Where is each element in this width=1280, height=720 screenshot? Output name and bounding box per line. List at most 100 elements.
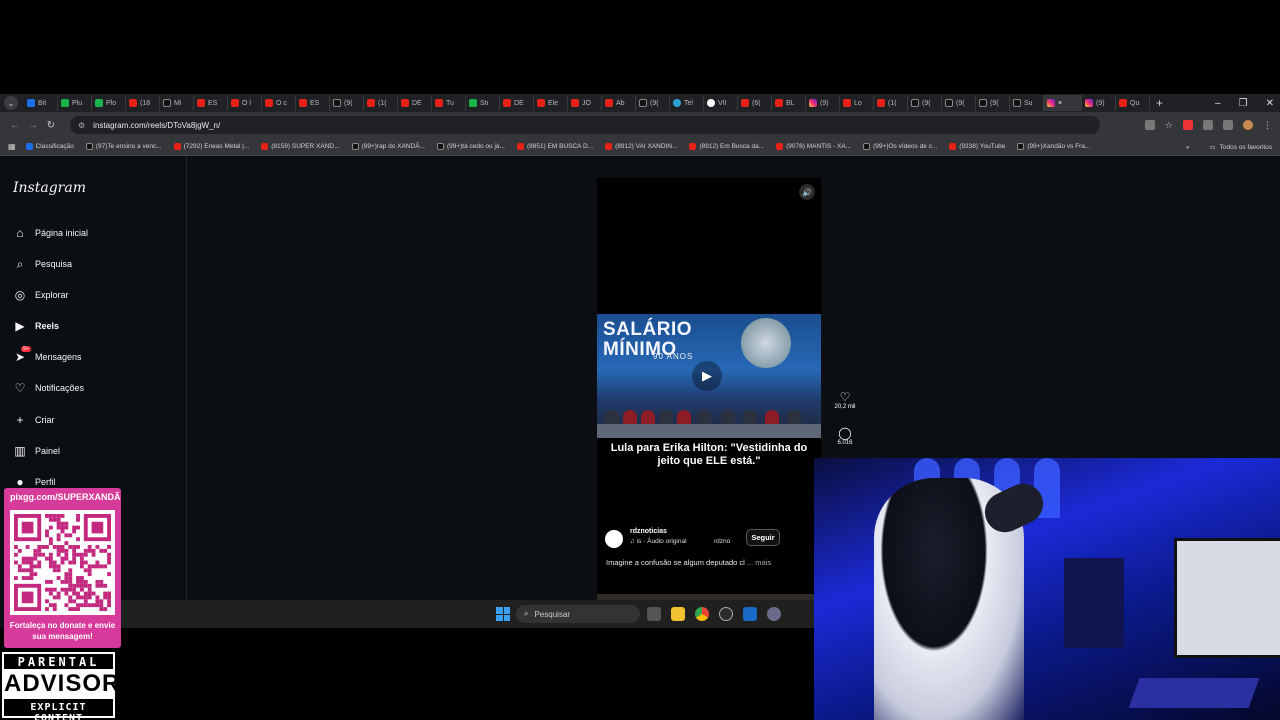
browser-tab[interactable]: (9(: [976, 95, 1010, 111]
browser-tab[interactable]: DE: [500, 95, 534, 111]
app-icon[interactable]: [719, 607, 733, 621]
back-button[interactable]: ←: [6, 120, 24, 131]
reel-video[interactable]: SALÁRIO MÍNIMO 90 ANOS ▶: [597, 314, 821, 438]
tab-media-icon[interactable]: [1223, 120, 1233, 130]
chrome-icon[interactable]: [695, 607, 709, 621]
sidebar-item-reels[interactable]: ▶ Reels: [13, 319, 59, 333]
sidebar-item-home[interactable]: ⌂ Página inicial: [13, 226, 88, 240]
audio-label[interactable]: ♫ is · Áudio original: [630, 538, 687, 545]
site-info-icon[interactable]: ⚙: [78, 121, 85, 130]
settings-icon[interactable]: [767, 607, 781, 621]
tab-search-button[interactable]: ⌄: [4, 96, 18, 110]
browser-tab[interactable]: (18: [126, 95, 160, 111]
reel-player[interactable]: 🔊 SALÁRIO MÍNIMO 90 ANOS ▶ Lula para Erik…: [597, 178, 821, 618]
bookmark-item[interactable]: (99+)Xandão vs Fra...: [1017, 143, 1090, 150]
heart-icon[interactable]: ♡: [833, 390, 857, 404]
tab-favicon-icon: [1085, 99, 1093, 107]
maximize-button[interactable]: ❐: [1239, 98, 1248, 109]
browser-tab[interactable]: Tu: [432, 95, 466, 111]
browser-tab[interactable]: (9(: [942, 95, 976, 111]
browser-tab[interactable]: BL: [772, 95, 806, 111]
reload-button[interactable]: ↻: [42, 120, 60, 131]
browser-tab[interactable]: Plo: [92, 95, 126, 111]
browser-tab[interactable]: (9(: [908, 95, 942, 111]
sidebar-item-profile[interactable]: ● Perfil: [13, 475, 55, 489]
caption-more-link[interactable]: ... mais: [747, 558, 771, 567]
bookmark-item[interactable]: (8159) SUPER XAND...: [261, 143, 340, 150]
browser-tab[interactable]: Tel: [670, 95, 704, 111]
extensions-puzzle-icon[interactable]: [1203, 120, 1213, 130]
file-explorer-icon[interactable]: [671, 607, 685, 621]
browser-menu-icon[interactable]: ⋮: [1263, 120, 1272, 131]
browser-tab[interactable]: Stı: [466, 95, 500, 111]
browser-tab[interactable]: ES: [296, 95, 330, 111]
comment-icon[interactable]: ◯: [833, 426, 857, 440]
browser-tab[interactable]: Su: [1010, 95, 1044, 111]
task-view-icon[interactable]: [647, 607, 661, 621]
windows-start-icon[interactable]: [496, 607, 510, 621]
browser-tab[interactable]: Lo: [840, 95, 874, 111]
bookmark-item[interactable]: (99+)tá cedo ou já...: [436, 143, 505, 150]
bookmark-item[interactable]: (97)Te ensino a venc...: [85, 143, 162, 150]
comment-action[interactable]: ◯ 6.016: [833, 426, 857, 446]
sidebar-item-create[interactable]: + Criar: [13, 413, 54, 427]
bookmark-item[interactable]: (9338) YouTube: [949, 143, 1005, 150]
all-favorites-folder[interactable]: » ▭ Todos os favoritos: [1186, 138, 1272, 155]
browser-tab[interactable]: (9): [806, 95, 840, 111]
bookmark-item[interactable]: (8912) VAI XANDIN...: [605, 143, 677, 150]
tab-active[interactable]: ×: [1044, 95, 1082, 111]
minimize-button[interactable]: –: [1215, 98, 1221, 109]
taskbar-search[interactable]: ⌕ Pesquisar: [516, 605, 640, 623]
browser-tab[interactable]: (1(: [364, 95, 398, 111]
bookmark-item[interactable]: (99+)Os vídeos de c...: [863, 143, 937, 150]
sidebar-item-dashboard[interactable]: ▥ Painel: [13, 444, 60, 458]
browser-tab[interactable]: (9(: [330, 95, 364, 111]
install-app-icon[interactable]: [1144, 120, 1155, 130]
extension-icon[interactable]: [1183, 120, 1193, 130]
sidebar-item-explore[interactable]: ◎ Explorar: [13, 288, 69, 302]
bookmark-item[interactable]: (99+)rap do XANDÃ...: [351, 143, 425, 150]
browser-tab[interactable]: O l: [228, 95, 262, 111]
browser-tab[interactable]: VII: [704, 95, 738, 111]
bookmark-item[interactable]: (8851) EM BUSCA D...: [516, 143, 593, 150]
url-input[interactable]: ⚙ instagram.com/reels/DToVa8jgW_n/: [70, 116, 1100, 134]
profile-avatar[interactable]: [1243, 120, 1253, 130]
browser-tab[interactable]: Ab: [602, 95, 636, 111]
browser-tab[interactable]: (1(: [874, 95, 908, 111]
bookmark-item[interactable]: (9078) MANTIS - XA...: [776, 143, 851, 150]
bookmark-star-icon[interactable]: ☆: [1165, 120, 1173, 131]
volume-icon[interactable]: 🔊: [799, 184, 815, 200]
browser-tab[interactable]: (6(: [738, 95, 772, 111]
like-action[interactable]: ♡ 20,2 mil: [833, 390, 857, 410]
sidebar-item-search[interactable]: ⌕ Pesquisa: [13, 257, 72, 271]
author-avatar[interactable]: [605, 530, 623, 548]
browser-tab[interactable]: ES: [194, 95, 228, 111]
new-tab-button[interactable]: +: [1156, 96, 1163, 110]
chevron-more-icon[interactable]: »: [1186, 144, 1190, 151]
tab-label: Qu: [1130, 99, 1140, 107]
tab-favicon-icon: [877, 99, 885, 107]
sidebar-item-messages[interactable]: ➤ Mensagens 9+: [13, 346, 82, 364]
instagram-logo[interactable]: Instagram: [13, 180, 86, 196]
forward-button[interactable]: →: [24, 120, 42, 131]
browser-tab[interactable]: (9): [1082, 95, 1116, 111]
browser-tab[interactable]: O c: [262, 95, 296, 111]
sidebar-item-notifications[interactable]: ♡ Notificações: [13, 381, 84, 395]
author-name[interactable]: rdznoticias: [630, 528, 667, 535]
browser-tab[interactable]: Bit: [24, 95, 58, 111]
bookmark-item[interactable]: (8912) Em Busca da...: [689, 143, 764, 150]
browser-tab[interactable]: Plu: [58, 95, 92, 111]
play-icon[interactable]: ▶: [692, 361, 722, 391]
browser-tab[interactable]: Ele: [534, 95, 568, 111]
browser-tab[interactable]: JO: [568, 95, 602, 111]
follow-button[interactable]: Seguir: [746, 529, 780, 546]
steam-icon[interactable]: [743, 607, 757, 621]
browser-tab[interactable]: DE: [398, 95, 432, 111]
browser-tab[interactable]: Qu: [1116, 95, 1150, 111]
bookmark-item[interactable]: (7292) Eneas Metal |...: [173, 143, 249, 150]
browser-tab[interactable]: Mi: [160, 95, 194, 111]
bookmark-item[interactable]: Classificação: [25, 143, 74, 150]
browser-tab[interactable]: (9(: [636, 95, 670, 111]
close-window-button[interactable]: ✕: [1266, 98, 1274, 109]
apps-grid-icon[interactable]: ▦: [8, 142, 16, 151]
